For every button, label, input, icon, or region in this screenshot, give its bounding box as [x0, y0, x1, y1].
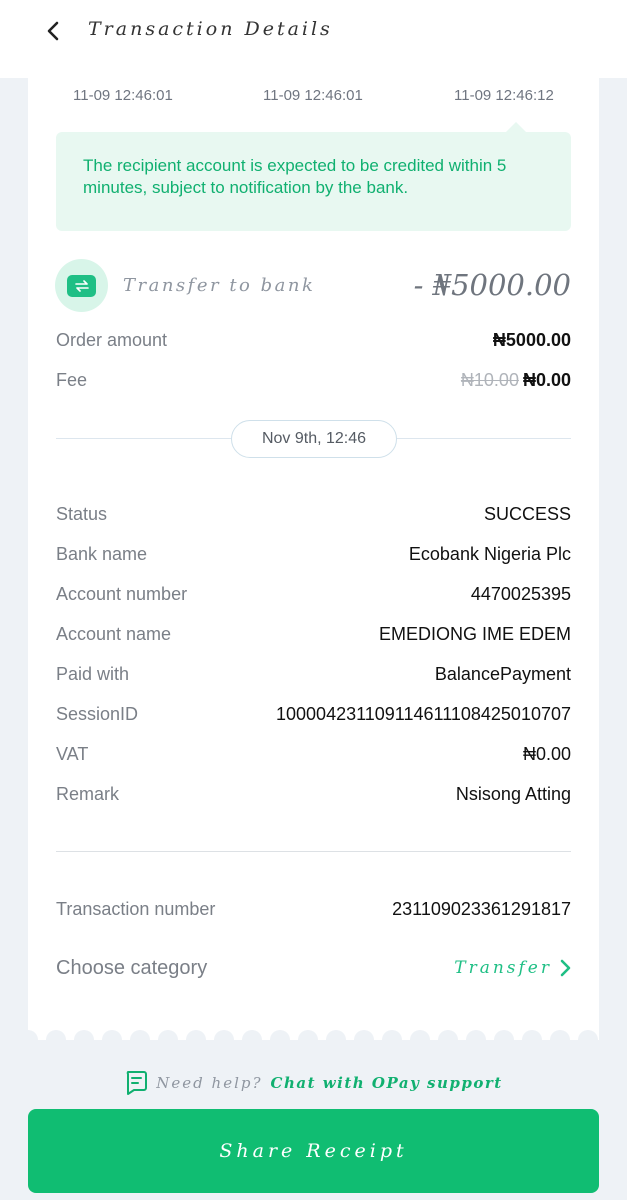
transaction-number-row: Transaction number 231109023361291817	[56, 897, 571, 921]
help-bar: Need help? Chat with OPay support	[0, 1068, 627, 1098]
account-name-value: EMEDIONG IME EDEM	[378, 623, 571, 644]
bank-name-value: Ecobank Nigeria Plc	[408, 543, 571, 564]
fee-row: Fee ₦10.00 ₦0.00	[56, 368, 571, 392]
transaction-number-label: Transaction number	[56, 898, 216, 919]
app-header: Transaction Details	[0, 0, 627, 78]
transaction-card: 11-09 12:46:01 11-09 12:46:01 11-09 12:4…	[28, 78, 599, 1036]
status-value: SUCCESS	[483, 503, 571, 524]
detail-label: VAT	[56, 743, 89, 764]
transfer-amount: - ₦5000.00	[413, 268, 571, 302]
vat-value: ₦0.00	[522, 743, 571, 764]
chat-support-link[interactable]: Chat with OPay support	[271, 1074, 503, 1092]
transfer-arrows-icon	[67, 274, 96, 297]
back-button[interactable]	[36, 14, 70, 48]
credit-notice: The recipient account is expected to be …	[56, 132, 571, 231]
detail-label: Paid with	[56, 663, 130, 684]
notice-pointer	[506, 122, 526, 132]
chevron-right-icon	[560, 959, 571, 977]
choose-category-label: Choose category	[56, 956, 208, 979]
detail-row-vat: VAT ₦0.00	[56, 742, 571, 766]
receipt-scallop-edge	[28, 1026, 599, 1040]
account-number-value: 4470025395	[470, 583, 571, 604]
order-amount-row: Order amount ₦5000.00	[56, 328, 571, 352]
fee-label: Fee	[56, 369, 88, 390]
chat-icon	[127, 1071, 148, 1095]
timeline-time-1: 11-09 12:46:01	[73, 87, 173, 104]
transfer-icon-badge	[55, 259, 108, 312]
choose-category-row[interactable]: Choose category Transfer	[56, 954, 571, 982]
detail-row-bank-name: Bank name Ecobank Nigeria Plc	[56, 542, 571, 566]
page-title: Transaction Details	[88, 18, 333, 40]
timeline-time-3: 11-09 12:46:12	[454, 87, 554, 104]
detail-row-status: Status SUCCESS	[56, 502, 571, 526]
section-divider	[56, 851, 571, 852]
timeline-time-2: 11-09 12:46:01	[263, 87, 363, 104]
detail-label: Status	[56, 503, 108, 524]
help-text: Need help?	[156, 1074, 263, 1092]
fee-value: ₦0.00	[522, 369, 571, 390]
detail-row-paid-with: Paid with BalancePayment	[56, 662, 571, 686]
detail-row-account-number: Account number 4470025395	[56, 582, 571, 606]
paid-with-value: BalancePayment	[434, 663, 571, 684]
detail-label: Bank name	[56, 543, 148, 564]
remark-value: Nsisong Atting	[455, 783, 571, 804]
detail-label: Account name	[56, 623, 172, 644]
detail-row-remark: Remark Nsisong Atting	[56, 782, 571, 806]
detail-row-session-id: SessionID 100004231109114611108425010707	[56, 702, 571, 726]
detail-label: Remark	[56, 783, 120, 804]
date-pill: Nov 9th, 12:46	[231, 420, 397, 458]
order-amount-label: Order amount	[56, 329, 168, 350]
fee-value-group: ₦10.00 ₦0.00	[461, 370, 571, 391]
fee-original: ₦10.00	[460, 369, 519, 390]
status-timeline: 11-09 12:46:01 11-09 12:46:01 11-09 12:4…	[28, 82, 599, 108]
category-name: Transfer	[454, 958, 552, 978]
session-id-value: 100004231109114611108425010707	[276, 703, 571, 724]
detail-label: Account number	[56, 583, 188, 604]
transaction-number-value[interactable]: 231109023361291817	[392, 899, 571, 920]
chevron-left-icon	[47, 21, 59, 41]
detail-label: SessionID	[56, 703, 139, 724]
transfer-type: Transfer to bank	[123, 275, 316, 296]
share-receipt-button[interactable]: Share Receipt	[28, 1109, 599, 1193]
category-value[interactable]: Transfer	[454, 958, 571, 978]
order-amount-value: ₦5000.00	[492, 329, 571, 350]
detail-row-account-name: Account name EMEDIONG IME EDEM	[56, 622, 571, 646]
